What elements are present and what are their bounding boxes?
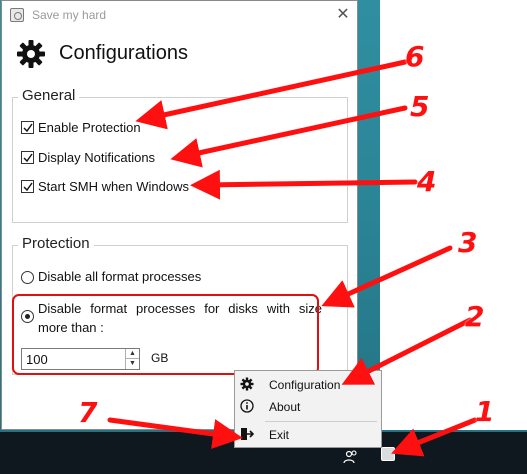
gear-icon	[240, 377, 254, 391]
tray-context-menu: Configuration About Exit	[234, 370, 382, 448]
exit-icon	[241, 428, 254, 440]
callout-5: 5	[410, 90, 430, 123]
window-title: Save my hard	[32, 8, 107, 22]
callout-4: 4	[417, 165, 437, 198]
people-icon[interactable]	[343, 450, 359, 464]
menu-item-about[interactable]: About	[235, 396, 381, 418]
checkbox-label: Display Notifications	[38, 150, 156, 165]
menu-item-label: About	[269, 400, 301, 414]
menu-item-exit[interactable]: Exit	[235, 424, 381, 446]
desktop-white-area	[380, 0, 527, 430]
callout-6: 6	[405, 40, 425, 73]
radio-label: Disable all format processes	[38, 269, 202, 284]
checkbox-box[interactable]	[21, 151, 34, 164]
checkbox-box[interactable]	[21, 121, 34, 134]
checkbox-label: Enable Protection	[38, 120, 141, 135]
title-bar[interactable]: Save my hard ✕	[2, 1, 357, 29]
page-header: Configurations	[16, 39, 316, 69]
callout-2: 2	[465, 300, 485, 333]
menu-item-label: Configuration	[269, 378, 341, 392]
annotation-highlight-box	[12, 294, 319, 375]
checkbox-label: Start SMH when Windows	[38, 179, 189, 194]
gear-icon	[17, 40, 45, 68]
radio-button[interactable]	[21, 271, 34, 284]
disable-all-radio[interactable]: Disable all format processes	[21, 269, 321, 287]
menu-separator	[265, 421, 377, 422]
callout-3: 3	[458, 226, 478, 259]
info-icon	[240, 399, 254, 413]
close-button[interactable]: ✕	[330, 3, 356, 27]
checkbox-box[interactable]	[21, 180, 34, 193]
general-legend: General	[18, 87, 80, 104]
callout-7: 7	[78, 396, 98, 429]
protection-legend: Protection	[18, 235, 94, 252]
callout-1: 1	[475, 395, 495, 428]
app-icon	[10, 8, 24, 22]
menu-item-label: Exit	[269, 428, 290, 442]
save-my-hard-tray-icon[interactable]	[381, 447, 395, 461]
menu-item-configuration[interactable]: Configuration	[235, 374, 381, 396]
page-title: Configurations	[59, 42, 188, 64]
